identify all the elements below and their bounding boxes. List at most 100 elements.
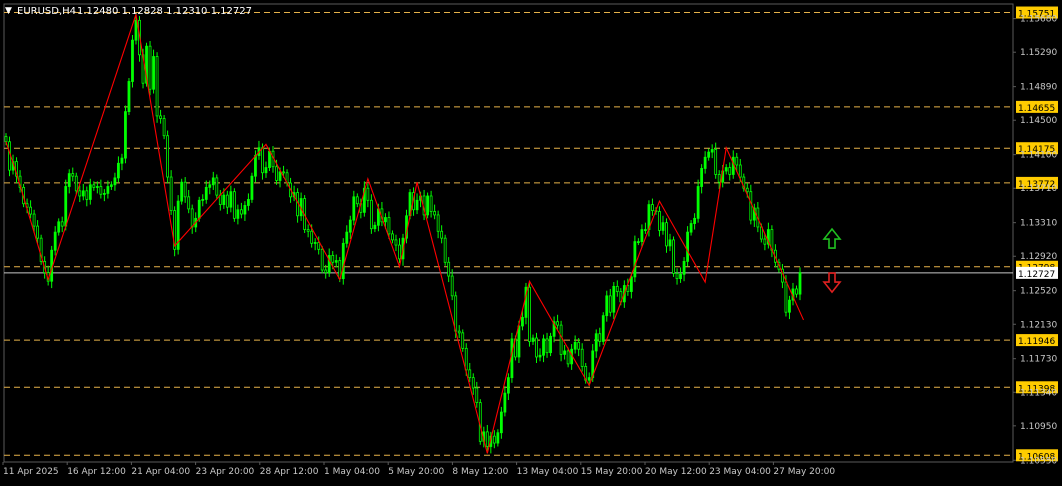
x-tick-label: 28 Apr 12:00 [260, 467, 319, 477]
candle-body [629, 276, 633, 292]
x-tick-label: 21 Apr 04:00 [131, 467, 190, 477]
chart-symbol: EURUSD,H4 [17, 6, 76, 17]
candle-body [398, 244, 401, 260]
candle [320, 245, 324, 274]
candle-body [201, 199, 205, 201]
candle-body [788, 299, 791, 313]
candle-body [229, 191, 233, 208]
candle-body [211, 177, 215, 186]
candle-body [510, 338, 514, 379]
candle-body [675, 273, 679, 280]
candle-body [215, 177, 219, 196]
candle [633, 235, 637, 283]
candle-body [64, 186, 68, 227]
candle-body [531, 337, 535, 342]
candle-body [784, 281, 788, 313]
candle-body [352, 196, 356, 221]
x-tick-label: 11 Apr 2025 [3, 467, 59, 477]
candle-body [689, 223, 693, 233]
candle-body [32, 213, 36, 227]
candle [169, 170, 173, 215]
candle-body [225, 194, 229, 208]
symbol-menu-icon[interactable]: ▼ [5, 6, 12, 16]
candle-body [693, 217, 697, 224]
candle-body [239, 209, 243, 215]
candle [176, 195, 180, 255]
candle-body [735, 156, 739, 166]
x-tick-label: 8 May 12:00 [452, 467, 508, 477]
candle-body [348, 219, 352, 233]
candle-body [148, 45, 152, 90]
candle-body [159, 115, 162, 119]
x-tick-label: 20 May 12:00 [645, 467, 707, 477]
candle-body [366, 187, 370, 201]
candle-body [71, 173, 75, 177]
candlestick-chart[interactable]: 1.157511.146551.141751.137721.127981.119… [0, 0, 1062, 482]
candle-body [563, 350, 567, 355]
candle-body [204, 186, 208, 200]
candle-body [131, 39, 134, 82]
x-tick-label: 13 May 04:00 [517, 467, 579, 477]
candle [672, 236, 675, 277]
candle-body [450, 275, 454, 297]
candle-body [355, 196, 359, 205]
candle-body [601, 315, 605, 342]
candle-body [679, 273, 682, 280]
candle-body [102, 192, 106, 195]
candle-body [117, 162, 120, 179]
x-tick-label: 23 May 04:00 [709, 467, 771, 477]
candle-body [605, 295, 609, 317]
candle [8, 136, 11, 177]
x-tick-label: 15 May 20:00 [581, 467, 643, 477]
candle-body [341, 242, 345, 280]
candle-body [636, 241, 640, 244]
candle [173, 206, 177, 257]
candle-body [373, 224, 377, 230]
candle-body [665, 222, 668, 247]
candle-body [317, 242, 321, 250]
candle-body [155, 56, 159, 117]
candle-body [682, 261, 686, 275]
candle-body [53, 231, 57, 251]
candle [155, 52, 159, 123]
candle-body [644, 229, 647, 231]
candle-body [710, 149, 714, 153]
candle [127, 78, 131, 116]
candle-body [545, 338, 549, 354]
y-tick-label: 1.10550 [1020, 456, 1057, 466]
candle-body [183, 181, 187, 198]
candle-body [282, 171, 285, 174]
candle-body [236, 209, 240, 219]
candle-body [496, 432, 500, 444]
y-tick-label: 1.15290 [1020, 48, 1057, 58]
candle-body [503, 392, 507, 413]
candle-body [612, 285, 616, 313]
chart-canvas[interactable]: 1.157511.146551.141751.137721.127981.119… [0, 0, 1062, 482]
candle-body [615, 285, 619, 292]
level-label-text: 1.11946 [1018, 337, 1055, 347]
candle-body [598, 333, 602, 342]
candle-body [208, 184, 212, 188]
candle-body [703, 156, 707, 169]
x-tick-label: 27 May 20:00 [773, 467, 835, 477]
candle [162, 115, 166, 140]
candle-body [640, 229, 644, 243]
candle-body [608, 295, 612, 313]
candle-body [521, 316, 524, 327]
candle [461, 329, 465, 352]
candle-body [535, 337, 538, 358]
candle-body [81, 190, 85, 197]
y-tick-label: 1.15680 [1020, 15, 1057, 25]
candle-body [661, 222, 665, 231]
candle-body [714, 149, 718, 175]
candle-body [190, 208, 194, 228]
candle-body [394, 239, 398, 246]
candle-body [795, 288, 798, 295]
y-tick-label: 1.12520 [1020, 287, 1057, 297]
candle [686, 226, 689, 267]
candle-body [187, 196, 191, 210]
y-tick-label: 1.11730 [1020, 355, 1057, 365]
candle-body [749, 191, 753, 221]
candle [250, 172, 254, 203]
x-tick-label: 16 Apr 12:00 [67, 467, 126, 477]
